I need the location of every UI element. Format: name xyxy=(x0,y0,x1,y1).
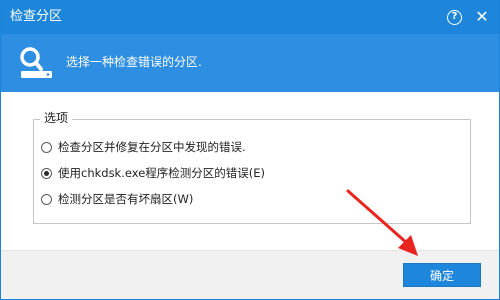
ok-button[interactable]: 确定 xyxy=(403,263,481,287)
close-icon[interactable]: ✕ xyxy=(473,7,491,27)
check-partition-dialog: 检查分区 ? ✕ 选择一种检查错误的分区. 选项 检查分区并修复在分区中发现的错… xyxy=(0,0,500,300)
search-icon xyxy=(20,47,52,78)
option-label: 检查分区并修复在分区中发现的错误. xyxy=(58,140,246,154)
radio-chkdsk[interactable] xyxy=(41,168,52,179)
radio-repair-partition[interactable] xyxy=(41,142,52,153)
title-bar: 检查分区 ? ✕ xyxy=(1,1,499,34)
window-title: 检查分区 xyxy=(10,9,63,24)
instruction-text: 选择一种检查错误的分区. xyxy=(66,55,202,69)
instruction-banner: 选择一种检查错误的分区. xyxy=(1,34,499,92)
option-label: 检测分区是否有坏扇区(W) xyxy=(58,192,194,206)
radio-bad-sectors[interactable] xyxy=(41,194,52,205)
options-legend: 选项 xyxy=(40,110,73,126)
option-label: 使用chkdsk.exe程序检测分区的错误(E) xyxy=(58,166,266,180)
help-icon[interactable]: ? xyxy=(447,10,462,25)
